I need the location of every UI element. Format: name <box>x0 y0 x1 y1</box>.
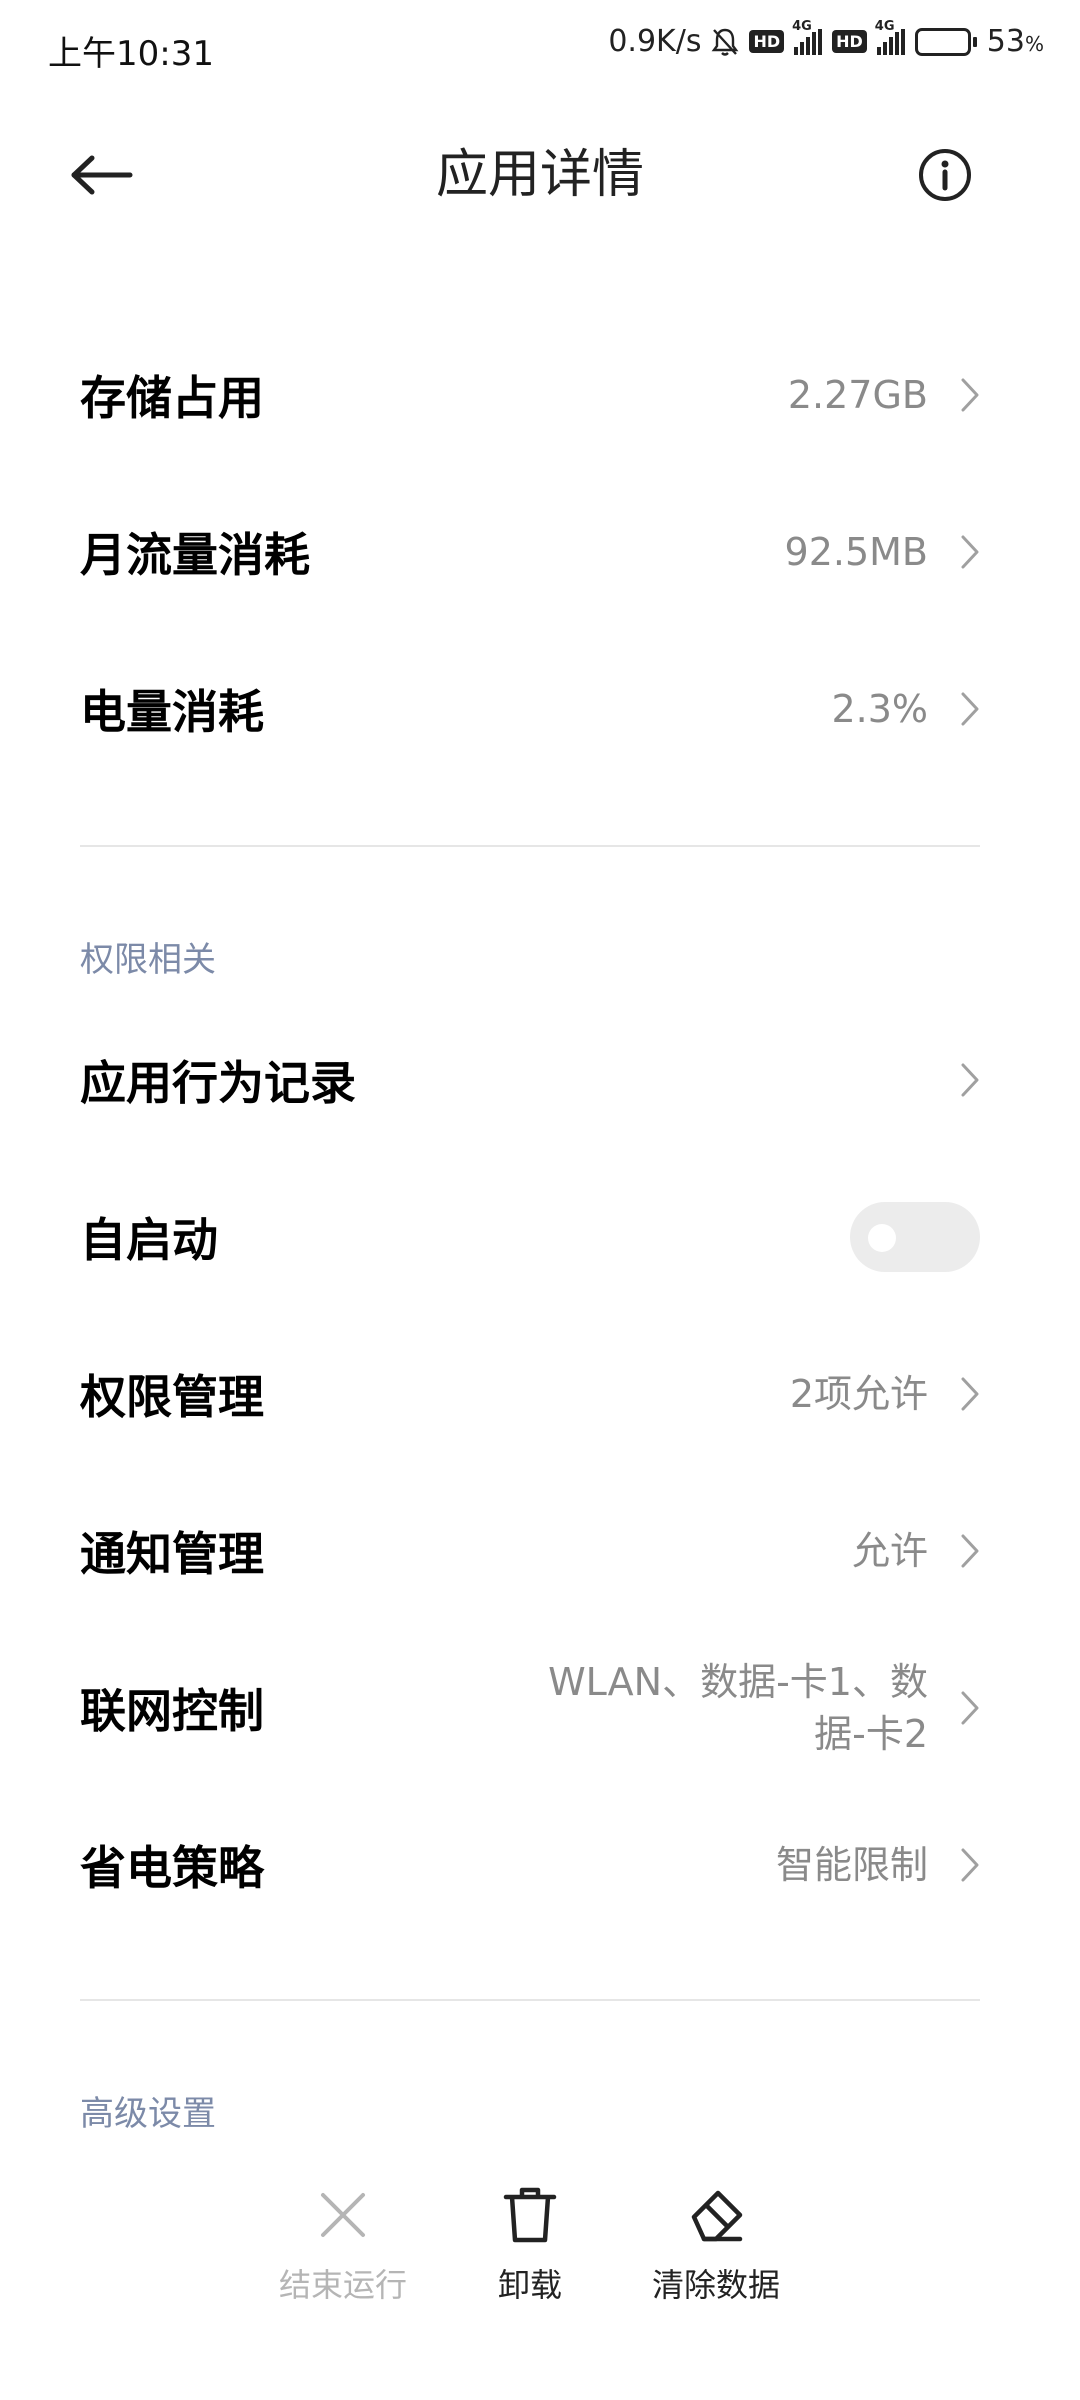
eraser-icon <box>616 2180 816 2250</box>
chevron-right-icon <box>940 1533 980 1569</box>
app-details-screen: 上午10:31 0.9K/s HD 4G HD 4G 53% 应用详情 存储占用… <box>0 0 1080 2400</box>
battery-usage-row[interactable]: 电量消耗 2.3% <box>80 634 980 784</box>
notification-management-label: 通知管理 <box>80 1527 264 1581</box>
network-speed: 0.9K/s <box>608 24 702 59</box>
trash-icon <box>430 2180 630 2250</box>
clear-data-button[interactable]: 清除数据 <box>616 2180 816 2306</box>
permission-management-row[interactable]: 权限管理 2项允许 <box>80 1319 980 1469</box>
chevron-right-icon <box>940 1690 980 1726</box>
chevron-right-icon <box>940 1847 980 1883</box>
signal-strength-icon-sim2: 4G <box>875 19 905 55</box>
status-time: 上午10:31 <box>48 34 214 74</box>
autostart-row: 自启动 <box>80 1162 980 1312</box>
behavior-record-label: 应用行为记录 <box>80 1056 356 1110</box>
permission-management-label: 权限管理 <box>80 1370 264 1424</box>
chevron-right-icon <box>940 1062 980 1098</box>
storage-label: 存储占用 <box>80 371 264 425</box>
chevron-right-icon <box>940 691 980 727</box>
monthly-data-row[interactable]: 月流量消耗 92.5MB <box>80 477 980 627</box>
permissions-section-title: 权限相关 <box>80 940 216 980</box>
bottom-action-bar: 结束运行 卸载 清除数据 <box>0 2180 1080 2320</box>
force-stop-button[interactable]: 结束运行 <box>243 2180 443 2306</box>
mute-bell-icon <box>711 27 739 57</box>
network-control-value: WLAN、数据-卡1、数 据-卡2 <box>548 1660 928 1756</box>
chevron-right-icon <box>940 377 980 413</box>
uninstall-button[interactable]: 卸载 <box>430 2180 630 2306</box>
monthly-data-label: 月流量消耗 <box>80 528 310 582</box>
info-icon <box>919 149 971 201</box>
advanced-section-title: 高级设置 <box>80 2094 216 2134</box>
network-control-label: 联网控制 <box>80 1684 264 1738</box>
power-saving-value: 智能限制 <box>775 1843 928 1887</box>
hd-badge-2: HD <box>832 30 867 53</box>
chevron-right-icon <box>940 1376 980 1412</box>
battery-percent: 53% <box>986 24 1044 59</box>
status-bar: 上午10:31 0.9K/s HD 4G HD 4G 53% <box>0 0 1080 96</box>
network-control-row[interactable]: 联网控制 WLAN、数据-卡1、数 据-卡2 <box>80 1633 980 1783</box>
uninstall-label: 卸载 <box>497 2266 562 2304</box>
battery-icon <box>914 27 977 56</box>
signal-strength-icon-sim1: 4G <box>792 19 823 55</box>
hd-badge-1: HD <box>749 30 785 53</box>
section-divider <box>80 1999 980 2001</box>
status-icons: 0.9K/s HD 4G HD 4G 53% <box>608 19 1044 60</box>
battery-usage-label: 电量消耗 <box>80 685 264 739</box>
storage-value: 2.27GB <box>787 373 928 417</box>
monthly-data-value: 92.5MB <box>784 530 928 574</box>
behavior-record-row[interactable]: 应用行为记录 <box>80 1005 980 1155</box>
close-icon <box>243 2180 443 2250</box>
storage-row[interactable]: 存储占用 2.27GB <box>80 320 980 470</box>
info-button[interactable] <box>910 140 980 210</box>
section-divider <box>80 845 980 847</box>
autostart-label: 自启动 <box>80 1213 218 1267</box>
notification-management-value: 允许 <box>851 1529 928 1573</box>
chevron-right-icon <box>940 534 980 570</box>
force-stop-label: 结束运行 <box>278 2266 407 2304</box>
power-saving-label: 省电策略 <box>80 1841 264 1895</box>
battery-usage-value: 2.3% <box>831 687 928 731</box>
permission-management-value: 2项允许 <box>789 1372 928 1416</box>
autostart-toggle[interactable] <box>850 1202 980 1272</box>
top-app-bar: 应用详情 <box>0 120 1080 230</box>
toggle-knob <box>868 1224 896 1252</box>
clear-data-label: 清除数据 <box>651 2266 780 2304</box>
power-saving-row[interactable]: 省电策略 智能限制 <box>80 1790 980 1940</box>
notification-management-row[interactable]: 通知管理 允许 <box>80 1476 980 1626</box>
